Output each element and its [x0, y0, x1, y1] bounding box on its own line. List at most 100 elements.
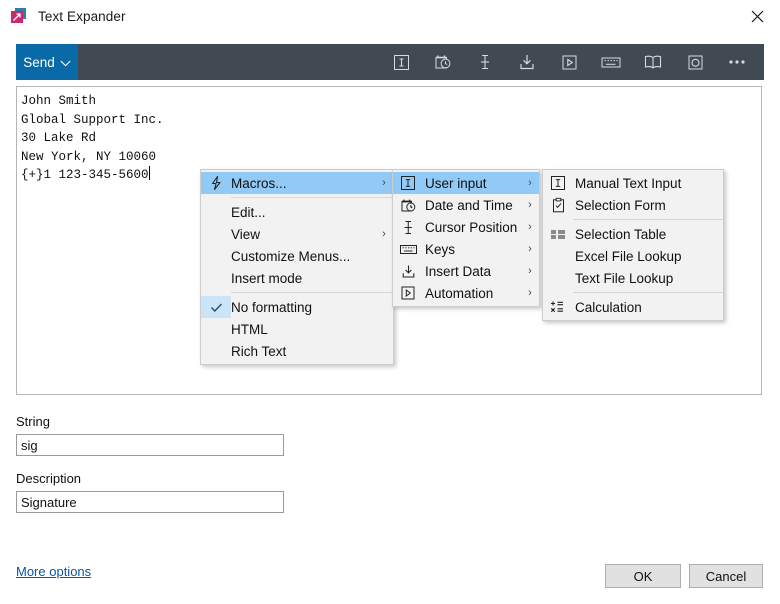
menu-item-label: Automation — [423, 286, 521, 301]
menu-item-insert-data[interactable]: Insert Data › — [393, 260, 539, 282]
menu-item-label: Excel File Lookup — [573, 249, 705, 264]
automation-icon[interactable] — [548, 44, 590, 80]
close-icon — [751, 10, 764, 23]
keys-icon — [393, 243, 423, 256]
menu-item-label: User input — [423, 176, 521, 191]
text-caret — [149, 166, 150, 180]
menu-item-html[interactable]: HTML — [201, 318, 393, 340]
arrow-glyph — [11, 11, 23, 23]
menu-separator — [231, 292, 393, 293]
menu-separator — [573, 292, 723, 293]
menu-item-label: Date and Time — [423, 198, 521, 213]
insert-data-icon[interactable] — [506, 44, 548, 80]
string-label: String — [16, 414, 50, 429]
menu-item-excel-file-lookup[interactable]: Excel File Lookup — [543, 245, 723, 267]
menu-item-no-formatting[interactable]: No formatting — [201, 296, 393, 318]
library-icon[interactable] — [632, 44, 674, 80]
menu-item-label: Rich Text — [231, 344, 375, 359]
description-label: Description — [16, 471, 81, 486]
menu-item-calculation[interactable]: Calculation — [543, 296, 723, 318]
menu-item-view[interactable]: View › — [201, 223, 393, 245]
submenu-arrow-icon: › — [521, 265, 539, 277]
more-icon[interactable] — [716, 44, 758, 80]
menu-item-label: HTML — [231, 322, 375, 337]
menu-item-label: Edit... — [231, 205, 375, 220]
submenu-arrow-icon: › — [521, 177, 539, 189]
toolbar-icon-group — [380, 44, 764, 80]
text-expander-icon — [11, 8, 27, 24]
manual-text-input-icon — [543, 175, 573, 191]
close-button[interactable] — [734, 0, 780, 32]
lightning-bolt-icon — [201, 175, 231, 191]
menu-item-text-file-lookup[interactable]: Text File Lookup — [543, 267, 723, 289]
editor-line: Global Support Inc. — [21, 113, 164, 127]
submenu-arrow-icon: › — [521, 221, 539, 233]
submenu-arrow-icon: › — [521, 243, 539, 255]
submenu-arrow-icon: › — [521, 199, 539, 211]
date-and-time-icon — [393, 197, 423, 214]
editor-line: John Smith — [21, 94, 96, 108]
cancel-button[interactable]: Cancel — [689, 564, 763, 588]
editor-line: 30 Lake Rd — [21, 131, 96, 145]
menu-item-label: Calculation — [573, 300, 705, 315]
menu-item-label: Insert Data — [423, 264, 521, 279]
menu-item-manual-text-input[interactable]: Manual Text Input — [543, 172, 723, 194]
menu-item-label: Insert mode — [231, 271, 375, 286]
send-button-label: Send — [23, 55, 55, 70]
cursor-position-icon[interactable] — [464, 44, 506, 80]
calculation-icon — [543, 299, 573, 315]
menu-item-edit[interactable]: Edit... — [201, 201, 393, 223]
toolbar-spacer — [78, 44, 380, 80]
menu-item-selection-form[interactable]: Selection Form — [543, 194, 723, 216]
context-menu-main: Macros... › Edit... View › Customize Men… — [200, 169, 394, 365]
manual-text-input-icon[interactable] — [380, 44, 422, 80]
menu-item-label: Manual Text Input — [573, 176, 705, 191]
submenu-arrow-icon: › — [521, 287, 539, 299]
menu-item-rich-text[interactable]: Rich Text — [201, 340, 393, 362]
insert-data-icon — [393, 263, 423, 280]
menu-item-label: Keys — [423, 242, 521, 257]
menu-separator — [231, 197, 393, 198]
string-input[interactable] — [16, 434, 284, 456]
selection-table-icon — [543, 228, 573, 240]
description-input[interactable] — [16, 491, 284, 513]
cursor-position-icon — [393, 219, 423, 236]
ok-button[interactable]: OK — [605, 564, 681, 588]
submenu-arrow-icon: › — [375, 228, 393, 240]
menu-item-label: Text File Lookup — [573, 271, 705, 286]
menu-item-label: Selection Table — [573, 227, 705, 242]
date-and-time-icon[interactable] — [422, 44, 464, 80]
menu-item-user-input[interactable]: User input › — [393, 172, 539, 194]
menu-item-label: Macros... — [231, 176, 375, 191]
menu-item-selection-table[interactable]: Selection Table — [543, 223, 723, 245]
menu-item-keys[interactable]: Keys › — [393, 238, 539, 260]
automation-icon — [393, 285, 423, 301]
selection-form-icon — [543, 197, 573, 214]
menu-item-label: Cursor Position — [423, 220, 521, 235]
check-icon — [201, 296, 231, 318]
send-button[interactable]: Send — [16, 44, 78, 80]
manual-text-input-icon — [393, 175, 423, 191]
chevron-down-icon — [60, 60, 71, 67]
menu-item-label: Customize Menus... — [231, 249, 375, 264]
menu-item-label: View — [231, 227, 375, 242]
menu-item-insert-mode[interactable]: Insert mode — [201, 267, 393, 289]
editor-line: New York, NY 10060 — [21, 150, 156, 164]
menu-item-cursor-position[interactable]: Cursor Position › — [393, 216, 539, 238]
menu-separator — [573, 219, 723, 220]
keys-icon[interactable] — [590, 44, 632, 80]
menu-item-automation[interactable]: Automation › — [393, 282, 539, 304]
screenshot-icon[interactable] — [674, 44, 716, 80]
menu-item-macros[interactable]: Macros... › — [201, 172, 393, 194]
menu-item-customize-menus[interactable]: Customize Menus... — [201, 245, 393, 267]
titlebar: Text Expander — [0, 0, 780, 32]
menu-item-label: Selection Form — [573, 198, 705, 213]
context-menu-macros-submenu: User input › Date and Time › Cursor Posi… — [392, 169, 540, 307]
editor-line: {+}1 123-345-5600 — [21, 168, 149, 182]
more-options-link[interactable]: More options — [16, 564, 91, 579]
submenu-arrow-icon: › — [375, 177, 393, 189]
window-title: Text Expander — [38, 9, 126, 24]
menu-item-date-and-time[interactable]: Date and Time › — [393, 194, 539, 216]
menu-item-label: No formatting — [231, 300, 375, 315]
context-menu-user-input-submenu: Manual Text Input Selection Form Selecti… — [542, 169, 724, 321]
